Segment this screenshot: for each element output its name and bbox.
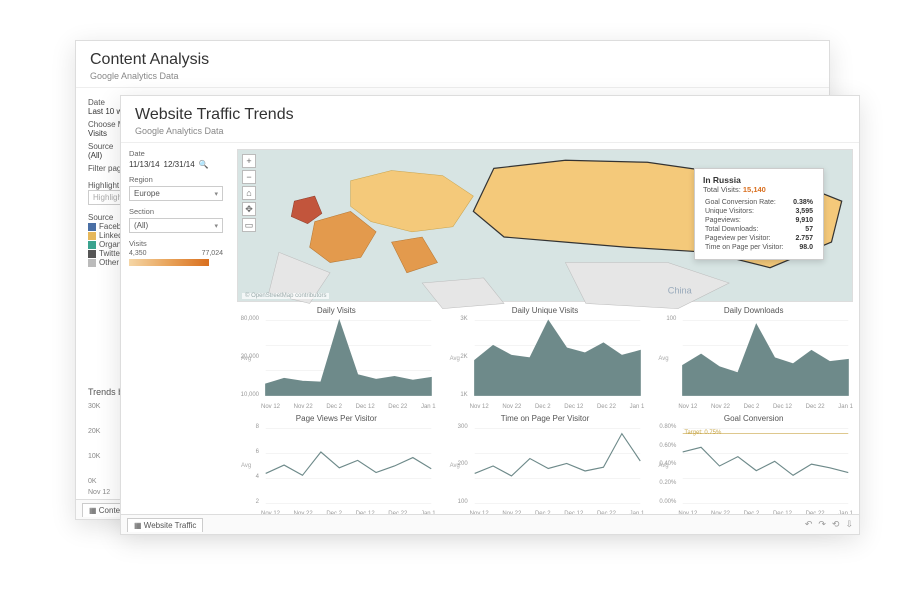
- search-icon[interactable]: 🔍: [199, 160, 209, 169]
- download-icon[interactable]: ⇩: [845, 519, 853, 530]
- mini-chart-title: Page Views Per Visitor: [237, 414, 436, 423]
- front-header: Website Traffic Trends Google Analytics …: [121, 96, 859, 143]
- mini-chart[interactable]: Time on Page Per Visitor 300200100 Avg N…: [446, 414, 645, 517]
- mini-chart[interactable]: Daily Downloads 100 Avg Nov 12Nov 22Dec …: [654, 306, 853, 409]
- mini-chart-title: Goal Conversion: [654, 414, 853, 423]
- tab-website-traffic[interactable]: ▦ Website Traffic: [127, 518, 203, 532]
- page-title: Content Analysis: [90, 51, 815, 69]
- map-select-button[interactable]: ▭: [242, 218, 256, 232]
- back-header: Content Analysis Google Analytics Data: [76, 41, 829, 88]
- section-select[interactable]: (All)▾: [129, 218, 223, 233]
- zoom-out-button[interactable]: −: [242, 170, 256, 184]
- chevron-down-icon: ▾: [214, 222, 218, 230]
- map-tools: + − ⌂ ✥ ▭: [242, 154, 256, 232]
- front-sidebar: Date 11/13/14 12/31/14 🔍 Region Europe▾ …: [121, 143, 231, 523]
- swatch-icon: [88, 259, 96, 267]
- section-label: Section: [129, 207, 223, 216]
- visits-color-legend: [129, 259, 209, 266]
- mini-chart[interactable]: Page Views Per Visitor 8642 Avg Nov 12No…: [237, 414, 436, 517]
- redo-icon[interactable]: ↷: [818, 519, 826, 530]
- visits-label: Visits: [129, 239, 223, 248]
- map[interactable]: China + − ⌂ ✥ ▭ In Russia Total Visits: …: [237, 149, 853, 302]
- map-attribution: © OpenStreetMap contributors: [242, 293, 329, 299]
- revert-icon[interactable]: ⟲: [832, 519, 840, 530]
- front-tabbar: ▦ Website Traffic ↶ ↷ ⟲ ⇩: [121, 514, 859, 534]
- mini-chart[interactable]: Goal Conversion 0.80%0.60%0.40%0.20%0.00…: [654, 414, 853, 517]
- swatch-icon: [88, 250, 96, 258]
- swatch-icon: [88, 223, 96, 231]
- date-end[interactable]: 12/31/14: [164, 160, 195, 169]
- mini-chart[interactable]: Daily Visits 80,00020,00010,000 Avg Nov …: [237, 306, 436, 409]
- swatch-icon: [88, 232, 96, 240]
- website-traffic-panel: Website Traffic Trends Google Analytics …: [120, 95, 860, 535]
- charts-grid: Daily Visits 80,00020,00010,000 Avg Nov …: [237, 306, 853, 517]
- swatch-icon: [88, 241, 96, 249]
- date-label: Date: [129, 149, 223, 158]
- zoom-in-button[interactable]: +: [242, 154, 256, 168]
- chevron-down-icon: ▾: [214, 190, 218, 198]
- mini-chart-title: Time on Page Per Visitor: [446, 414, 645, 423]
- map-home-button[interactable]: ⌂: [242, 186, 256, 200]
- date-start[interactable]: 11/13/14: [129, 160, 160, 169]
- region-label: Region: [129, 175, 223, 184]
- map-tooltip: In Russia Total Visits: 15,140 Goal Conv…: [694, 168, 824, 260]
- page-title: Website Traffic Trends: [135, 106, 845, 124]
- region-select[interactable]: Europe▾: [129, 186, 223, 201]
- page-subtitle: Google Analytics Data: [135, 126, 845, 136]
- svg-text:China: China: [668, 285, 693, 295]
- mini-chart[interactable]: Daily Unique Visits 3K2K1K Avg Nov 12Nov…: [446, 306, 645, 409]
- map-pan-button[interactable]: ✥: [242, 202, 256, 216]
- undo-icon[interactable]: ↶: [805, 519, 813, 530]
- page-subtitle: Google Analytics Data: [90, 71, 815, 81]
